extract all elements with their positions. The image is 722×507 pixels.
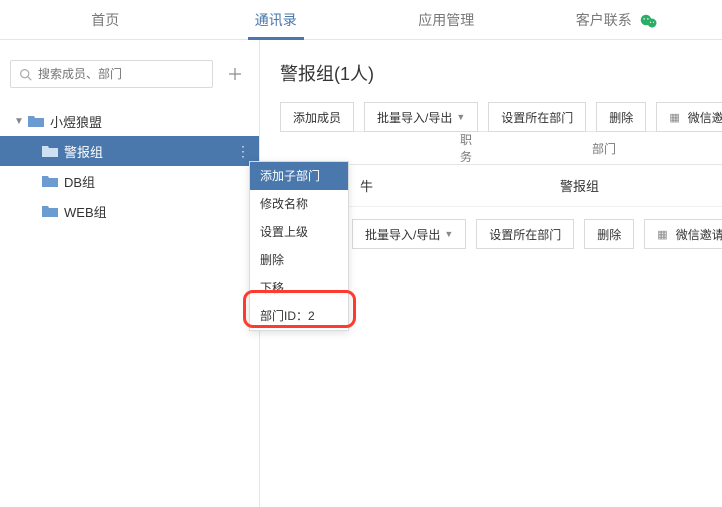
delete-button[interactable]: 删除 bbox=[596, 102, 646, 132]
th-dept: 部门 bbox=[472, 140, 722, 157]
tree-item-menu-icon[interactable]: ⋮ bbox=[236, 143, 259, 160]
dept-id-label: 部门ID： bbox=[260, 309, 308, 323]
plus-icon bbox=[228, 67, 242, 81]
main-area: ▼ 小煜狼盟 警报组 ⋮ DB组 WEB组 警报组(1人) 添加成员 批量导入/… bbox=[0, 40, 722, 507]
tree-root-label: 小煜狼盟 bbox=[50, 112, 259, 131]
wechat-invite-button[interactable]: 微信邀请 bbox=[656, 102, 722, 132]
menu-move-down[interactable]: 下移 bbox=[250, 274, 348, 302]
folder-icon bbox=[42, 175, 58, 187]
top-nav: 首页 通讯录 应用管理 客户联系 bbox=[0, 0, 722, 40]
nav-tab-contacts[interactable]: 通讯录 bbox=[191, 0, 362, 39]
menu-rename[interactable]: 修改名称 bbox=[250, 190, 348, 218]
dept-tree: ▼ 小煜狼盟 警报组 ⋮ DB组 WEB组 bbox=[0, 106, 259, 226]
wechat-invite-button-2[interactable]: 微信邀请 bbox=[644, 219, 722, 249]
tree-item-label: 警报组 bbox=[64, 142, 236, 161]
tree-item-label: DB组 bbox=[64, 172, 259, 191]
batch-label: 批量导入/导出 bbox=[377, 109, 452, 126]
nav-tab-customer-label: 客户联系 bbox=[576, 12, 632, 28]
tree-item-db[interactable]: DB组 bbox=[0, 166, 259, 196]
set-dept-button[interactable]: 设置所在部门 bbox=[488, 102, 586, 132]
dept-id-value: 2 bbox=[308, 309, 315, 323]
folder-icon bbox=[42, 145, 58, 157]
add-dept-button[interactable] bbox=[221, 60, 249, 88]
menu-delete[interactable]: 删除 bbox=[250, 246, 348, 274]
set-dept-button-2[interactable]: 设置所在部门 bbox=[476, 219, 574, 249]
table-header: 职务 部门 bbox=[280, 131, 722, 165]
search-icon bbox=[19, 68, 32, 81]
nav-tab-home[interactable]: 首页 bbox=[20, 0, 191, 39]
th-job: 职务 bbox=[280, 131, 472, 165]
cell-dept: 警报组 bbox=[440, 176, 722, 195]
search-box[interactable] bbox=[10, 60, 213, 88]
chevron-down-icon: ▼ bbox=[456, 112, 465, 122]
search-input[interactable] bbox=[38, 67, 204, 81]
dept-title: 警报组(1人) bbox=[280, 60, 722, 86]
tree-item-web[interactable]: WEB组 bbox=[0, 196, 259, 226]
toolbar-top: 添加成员 批量导入/导出 ▼ 设置所在部门 删除 微信邀请 bbox=[280, 102, 722, 132]
batch-import-button[interactable]: 批量导入/导出 ▼ bbox=[364, 102, 478, 132]
sidebar: ▼ 小煜狼盟 警报组 ⋮ DB组 WEB组 bbox=[0, 40, 260, 507]
batch-import-button-2[interactable]: 批量导入/导出 ▼ bbox=[352, 219, 466, 249]
menu-dept-id: 部门ID：2 bbox=[250, 302, 348, 330]
nav-tab-apps[interactable]: 应用管理 bbox=[361, 0, 532, 39]
tree-item-label: WEB组 bbox=[64, 202, 259, 221]
chevron-down-icon: ▼ bbox=[444, 229, 453, 239]
delete-button-2[interactable]: 删除 bbox=[584, 219, 634, 249]
tree-item-alarm[interactable]: 警报组 ⋮ bbox=[0, 136, 259, 166]
batch-label-2: 批量导入/导出 bbox=[365, 226, 440, 243]
folder-icon bbox=[28, 115, 44, 127]
caret-down-icon: ▼ bbox=[14, 116, 24, 127]
menu-set-parent[interactable]: 设置上级 bbox=[250, 218, 348, 246]
tree-root[interactable]: ▼ 小煜狼盟 bbox=[0, 106, 259, 136]
menu-add-child-dept[interactable]: 添加子部门 bbox=[250, 162, 348, 190]
nav-tab-customer[interactable]: 客户联系 bbox=[532, 0, 703, 39]
search-row bbox=[0, 60, 259, 88]
wechat-icon bbox=[640, 14, 658, 28]
context-menu: 添加子部门 修改名称 设置上级 删除 下移 部门ID：2 bbox=[249, 161, 349, 331]
folder-icon bbox=[42, 205, 58, 217]
add-member-button[interactable]: 添加成员 bbox=[280, 102, 354, 132]
